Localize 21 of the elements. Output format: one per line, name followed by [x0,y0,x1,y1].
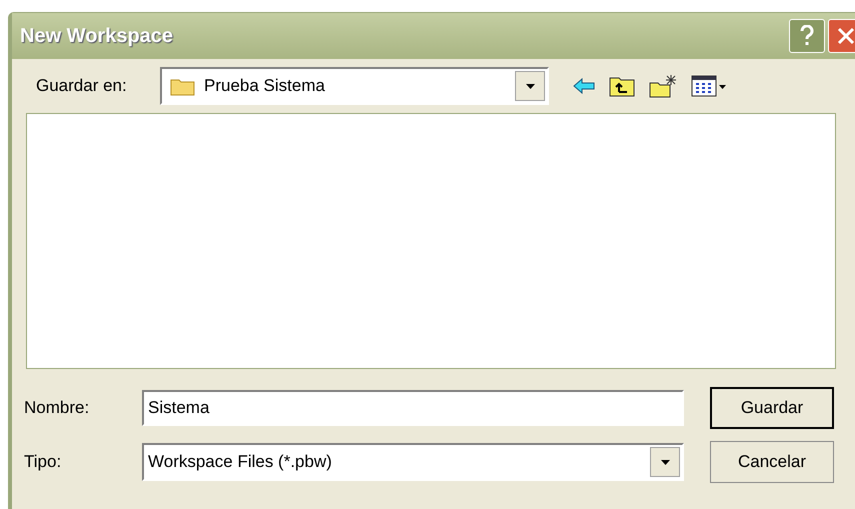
dropdown-arrow-icon [660,460,670,464]
view-menu-icon[interactable] [691,75,727,97]
close-button[interactable] [828,19,855,53]
window-title: New Workspace [20,24,174,49]
help-button[interactable] [789,19,825,53]
new-folder-icon[interactable] [649,74,677,98]
folder-dropdown[interactable]: Prueba Sistema [160,67,549,105]
dropdown-arrow-icon [526,84,534,88]
dropdown-button[interactable] [515,71,545,101]
save-in-label: Guardar en: [36,75,128,98]
type-label: Tipo: [24,451,62,474]
name-input[interactable]: Sistema [142,390,684,426]
up-folder-icon[interactable] [609,75,635,97]
dropdown-button[interactable] [650,447,680,477]
back-arrow-icon[interactable] [573,78,595,94]
help-icon [800,25,814,47]
close-icon [837,27,855,45]
name-label: Nombre: [24,397,90,420]
type-dropdown[interactable]: Workspace Files (*.pbw) [142,443,684,481]
cancel-button[interactable]: Cancelar [710,441,834,483]
save-button[interactable]: Guardar [710,387,834,429]
